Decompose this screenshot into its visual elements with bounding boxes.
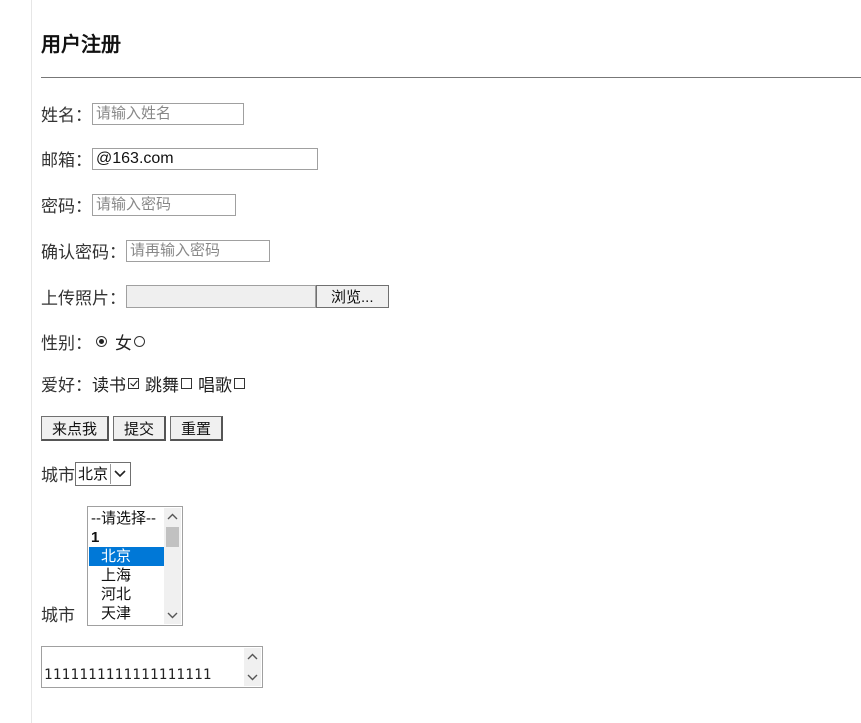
city-listbox[interactable]: --请选择-- 1 北京 上海 河北 天津 xyxy=(87,506,183,626)
listbox-option[interactable]: 天津 xyxy=(89,604,165,623)
hobby-singing-label: 唱歌 xyxy=(198,376,232,396)
listbox-option-selected[interactable]: 北京 xyxy=(89,547,165,566)
scrollbar-thumb[interactable] xyxy=(166,527,179,547)
textarea-content: 1111111111111111111 xyxy=(44,667,212,683)
submit-button[interactable]: 提交 xyxy=(113,416,167,441)
button-row: 来点我 提交 重置 xyxy=(41,416,224,441)
listbox-option[interactable]: 河北 xyxy=(89,585,165,604)
name-row: 姓名： xyxy=(41,101,244,126)
gender-radio-male[interactable] xyxy=(96,336,107,347)
city-listbox-label: 城市 xyxy=(41,606,75,626)
email-label: 邮箱： xyxy=(41,151,92,171)
chevron-up-icon[interactable] xyxy=(164,508,181,525)
listbox-option[interactable]: 上海 xyxy=(89,566,165,585)
photo-label: 上传照片： xyxy=(41,289,126,309)
chevron-down-icon[interactable] xyxy=(164,607,181,624)
password-row: 密码： xyxy=(41,192,236,217)
hobby-dancing-label: 跳舞 xyxy=(145,376,179,396)
divider xyxy=(41,77,861,78)
name-input[interactable] xyxy=(92,102,244,125)
listbox-option[interactable]: 1 xyxy=(89,528,165,547)
browse-button[interactable]: 浏览... xyxy=(316,285,389,308)
gender-row: 性别： 女 xyxy=(41,329,149,354)
city-select-value: 北京 xyxy=(78,466,109,483)
password-input[interactable] xyxy=(92,193,236,216)
confirm-password-label: 确认密码： xyxy=(41,243,126,263)
chevron-up-icon[interactable] xyxy=(244,648,261,665)
email-row: 邮箱： xyxy=(41,146,318,171)
hobby-dancing-checkbox[interactable] xyxy=(181,378,192,389)
city-dropdown-row: 城市 北京 xyxy=(41,461,132,486)
chevron-down-icon[interactable] xyxy=(244,669,261,686)
hobby-reading-checkbox[interactable] xyxy=(128,378,139,389)
listbox-scrollbar[interactable] xyxy=(164,508,181,624)
hobby-label: 爱好： xyxy=(41,376,92,396)
listbox-option[interactable]: --请选择-- xyxy=(89,509,165,528)
chevron-down-icon[interactable] xyxy=(110,463,129,484)
email-input[interactable] xyxy=(92,147,318,170)
file-path-box[interactable] xyxy=(126,285,316,308)
name-label: 姓名： xyxy=(41,106,92,126)
textarea-scrollbar[interactable] xyxy=(244,648,261,686)
city-dropdown-label: 城市 xyxy=(41,466,75,486)
hobby-singing-checkbox[interactable] xyxy=(234,378,245,389)
password-label: 密码： xyxy=(41,197,92,217)
left-border-line xyxy=(31,0,32,723)
page-title: 用户注册 xyxy=(41,32,121,56)
photo-row: 上传照片： 浏览... xyxy=(41,284,389,309)
hobby-row: 爱好： 读书 跳舞 唱歌 xyxy=(41,371,251,396)
hobby-reading-label: 读书 xyxy=(92,376,126,396)
confirm-password-input[interactable] xyxy=(126,239,270,262)
reset-button[interactable]: 重置 xyxy=(170,416,224,441)
textarea[interactable]: 1111111111111111111 xyxy=(41,646,263,688)
gender-label: 性别： xyxy=(41,334,92,354)
gender-option-female-label: 女 xyxy=(115,334,132,354)
confirm-password-row: 确认密码： xyxy=(41,238,270,263)
gender-radio-female[interactable] xyxy=(134,336,145,347)
city-listbox-label-row: 城市 xyxy=(41,601,75,626)
city-select[interactable]: 北京 xyxy=(75,461,132,486)
click-me-button[interactable]: 来点我 xyxy=(41,416,110,441)
